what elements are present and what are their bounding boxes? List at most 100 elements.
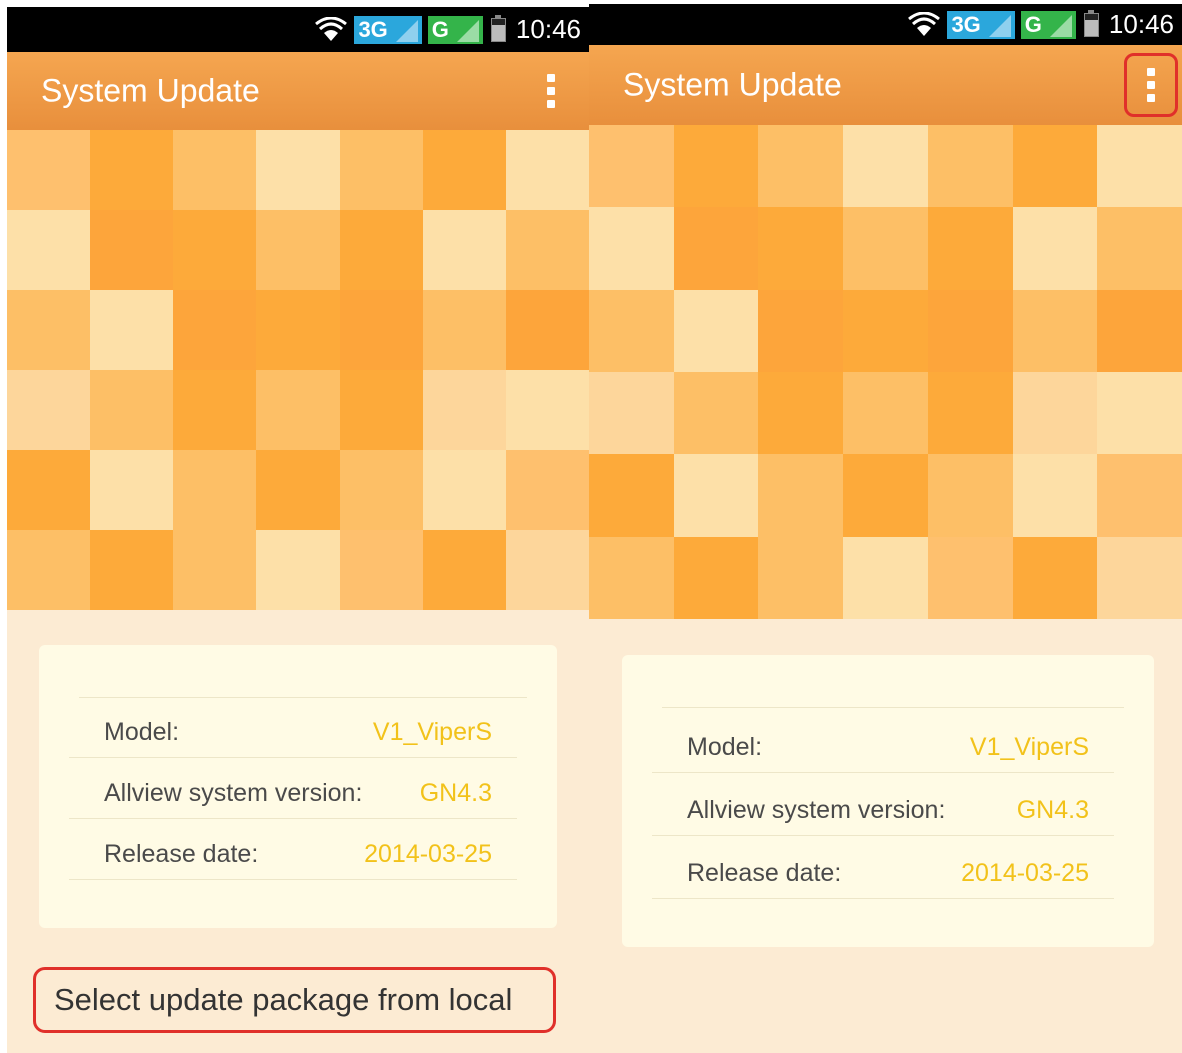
mosaic-tile xyxy=(927,125,1013,208)
3g-label: 3G xyxy=(354,15,392,44)
screen-left: 3G G 10:46 System Update Model: V1_Viper… xyxy=(7,7,589,1053)
status-bar: 3G G 10:46 xyxy=(589,4,1182,45)
mosaic-tile xyxy=(589,289,674,372)
mosaic-tile xyxy=(256,130,340,210)
mosaic-tile xyxy=(1097,289,1182,372)
select-local-package-label: Select update package from local xyxy=(54,982,513,1017)
menu-dot xyxy=(1147,81,1155,89)
mosaic-tile xyxy=(422,210,506,290)
mosaic-tile xyxy=(758,207,844,290)
header-mosaic xyxy=(7,130,589,610)
mosaic-tile xyxy=(843,125,928,208)
screen-right: 3G G 10:46 System Update Model: V1_Viper… xyxy=(589,4,1182,1053)
model-label: Model: xyxy=(687,733,763,761)
mosaic-tile xyxy=(90,530,174,610)
mosaic-tile xyxy=(90,130,174,210)
overflow-menu-button[interactable] xyxy=(527,62,575,120)
mosaic-tile xyxy=(173,130,257,210)
model-row: Model: V1_ViperS xyxy=(652,712,1114,773)
g-label: G xyxy=(427,15,453,44)
version-label: Allview system version: xyxy=(687,796,946,824)
mosaic-tile xyxy=(339,130,423,210)
mosaic-tile xyxy=(1012,536,1098,619)
mosaic-tile xyxy=(7,370,91,450)
header-mosaic xyxy=(589,125,1182,619)
divider xyxy=(662,707,1124,708)
version-row: Allview system version: GN4.3 xyxy=(69,758,517,819)
version-label: Allview system version: xyxy=(104,779,363,807)
g-label: G xyxy=(1020,10,1046,39)
mosaic-tile xyxy=(256,450,340,530)
mosaic-tile xyxy=(758,454,844,537)
mosaic-tile xyxy=(1012,454,1098,537)
3g-label: 3G xyxy=(947,10,985,39)
mosaic-tile xyxy=(505,530,589,610)
status-time: 10:46 xyxy=(515,14,581,44)
menu-dot xyxy=(547,100,555,108)
mosaic-tile xyxy=(1097,207,1182,290)
select-local-package-button[interactable]: Select update package from local xyxy=(33,967,556,1033)
mosaic-tile xyxy=(589,536,674,619)
mosaic-tile xyxy=(422,290,506,370)
signal-icon xyxy=(1045,10,1076,39)
mosaic-tile xyxy=(505,450,589,530)
version-value: GN4.3 xyxy=(1016,796,1089,824)
mosaic-tile xyxy=(7,130,91,210)
mosaic-tile xyxy=(673,372,759,455)
wifi-icon xyxy=(908,11,941,36)
mosaic-tile xyxy=(505,290,589,370)
model-value: V1_ViperS xyxy=(969,733,1089,761)
mosaic-tile xyxy=(173,210,257,290)
mosaic-tile xyxy=(256,210,340,290)
mosaic-tile xyxy=(173,370,257,450)
model-row: Model: V1_ViperS xyxy=(69,697,517,758)
app-bar: System Update xyxy=(589,45,1182,125)
mosaic-tile xyxy=(843,289,928,372)
mosaic-tile xyxy=(673,207,759,290)
mosaic-tile xyxy=(589,207,674,290)
model-value: V1_ViperS xyxy=(372,718,492,746)
mosaic-tile xyxy=(589,454,674,537)
3g-badge: 3G xyxy=(947,10,1015,39)
status-bar: 3G G 10:46 xyxy=(7,7,589,52)
release-date-row: Release date: 2014-03-25 xyxy=(69,819,517,880)
mosaic-tile xyxy=(1097,372,1182,455)
mosaic-tile xyxy=(173,450,257,530)
mosaic-tile xyxy=(1012,372,1098,455)
version-row: Allview system version: GN4.3 xyxy=(652,775,1114,836)
signal-icon xyxy=(984,10,1015,39)
g-badge: G xyxy=(427,15,483,44)
menu-dot xyxy=(547,74,555,82)
mosaic-tile xyxy=(505,370,589,450)
mosaic-tile xyxy=(1097,454,1182,537)
mosaic-tile xyxy=(589,125,674,208)
mosaic-tile xyxy=(758,536,844,619)
mosaic-tile xyxy=(758,372,844,455)
mosaic-tile xyxy=(7,290,91,370)
mosaic-tile xyxy=(422,530,506,610)
mosaic-tile xyxy=(256,530,340,610)
signal-icon xyxy=(452,15,483,44)
mosaic-tile xyxy=(256,290,340,370)
g-badge: G xyxy=(1020,10,1076,39)
menu-dot xyxy=(1147,94,1155,102)
mosaic-tile xyxy=(673,454,759,537)
mosaic-tile xyxy=(1012,207,1098,290)
app-bar: System Update xyxy=(7,52,589,130)
mosaic-tile xyxy=(1097,536,1182,619)
mosaic-tile xyxy=(339,530,423,610)
mosaic-tile xyxy=(758,125,844,208)
release-date-label: Release date: xyxy=(104,840,259,868)
mosaic-tile xyxy=(339,210,423,290)
overflow-menu-button[interactable] xyxy=(1124,53,1178,117)
mosaic-tile xyxy=(339,370,423,450)
mosaic-tile xyxy=(843,207,928,290)
device-info-card: Model: V1_ViperS Allview system version:… xyxy=(622,655,1154,947)
mosaic-tile xyxy=(422,450,506,530)
release-date-value: 2014-03-25 xyxy=(364,840,492,868)
mosaic-tile xyxy=(256,370,340,450)
mosaic-tile xyxy=(7,210,91,290)
mosaic-tile xyxy=(505,210,589,290)
mosaic-tile xyxy=(7,530,91,610)
mosaic-tile xyxy=(90,370,174,450)
